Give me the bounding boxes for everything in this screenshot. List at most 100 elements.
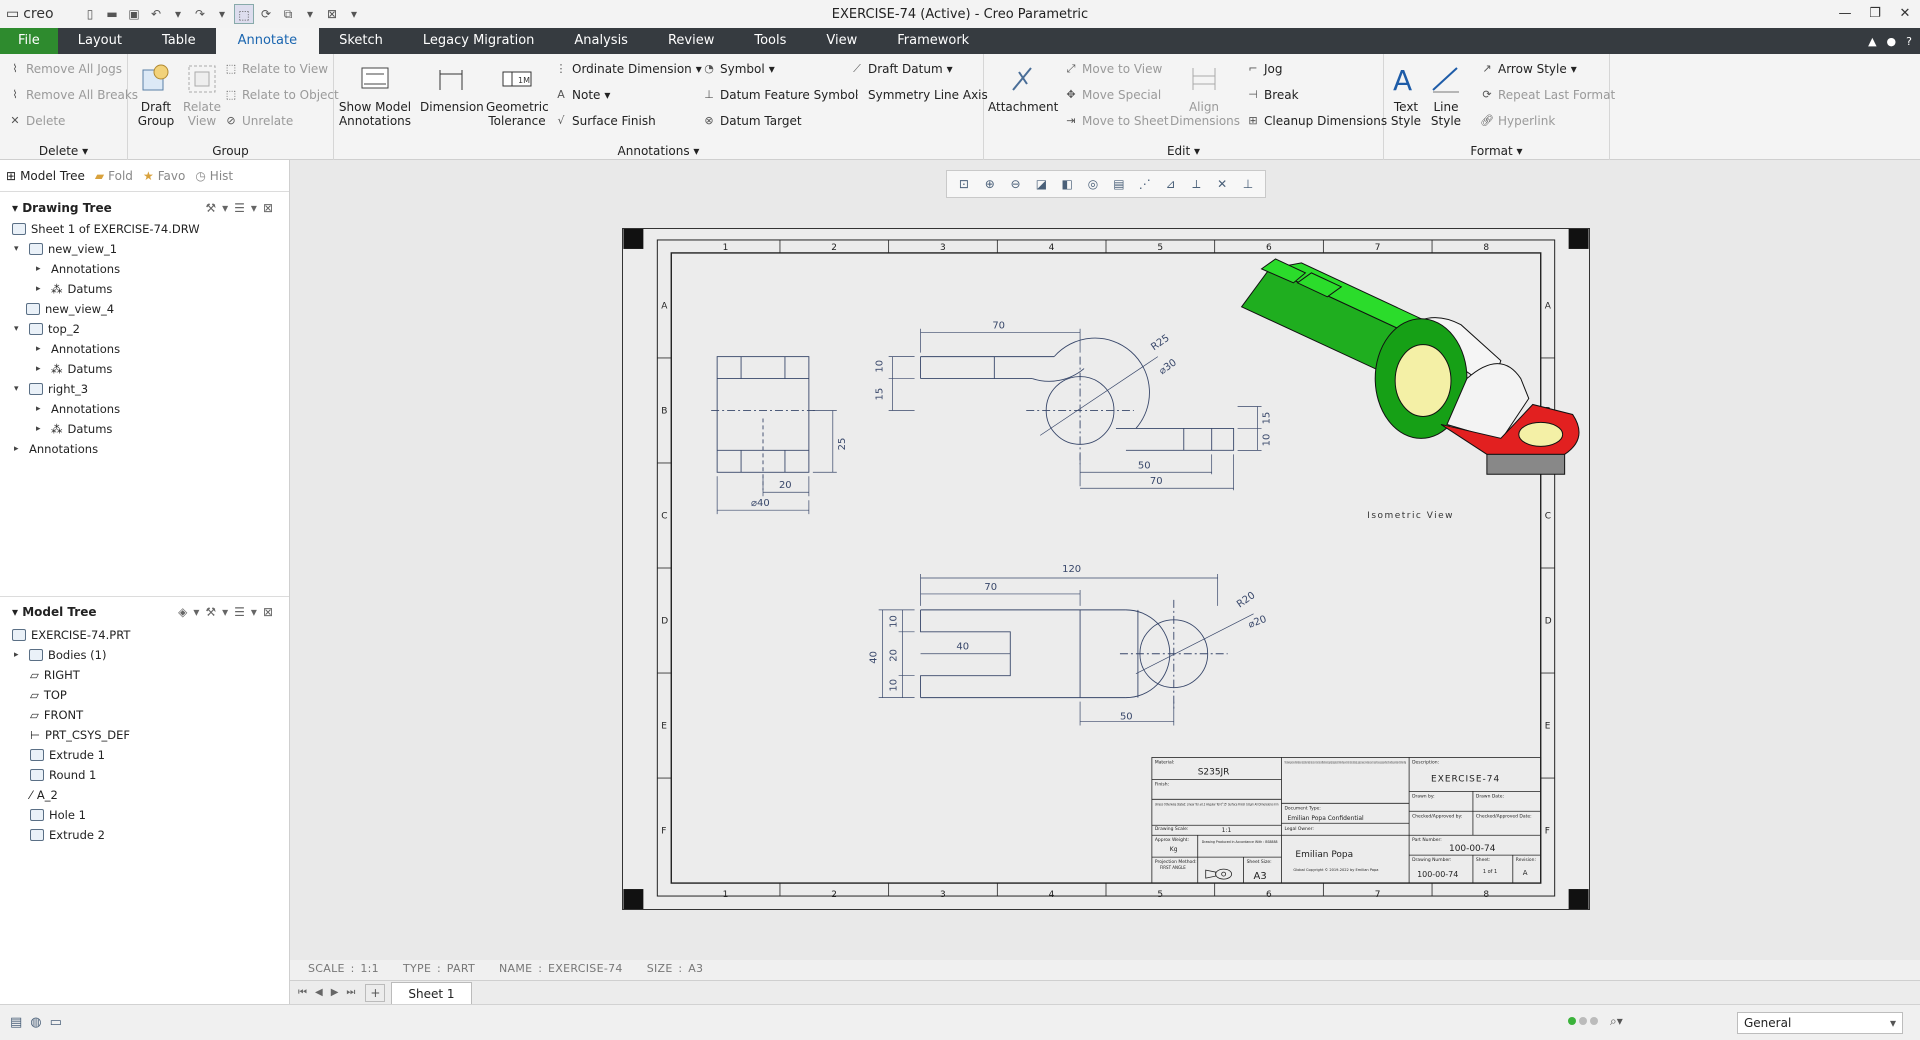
- expand-icon[interactable]: ▾: [14, 324, 24, 334]
- move-special-button[interactable]: ✥ Move Special: [1064, 88, 1161, 102]
- tree-node-new-view-4[interactable]: new_view_4: [26, 302, 114, 316]
- relate-view-button[interactable]: Relate View: [180, 62, 224, 128]
- tree-node-sheet[interactable]: Sheet 1 of EXERCISE-74.DRW: [12, 222, 200, 236]
- isometric-view-label[interactable]: Isometric View: [1367, 511, 1454, 521]
- tab-framework[interactable]: Framework: [877, 28, 989, 54]
- tree-node-datums[interactable]: ▸ ⁂ Datums: [36, 362, 112, 376]
- dim-70b[interactable]: 70: [1150, 476, 1163, 487]
- symmetry-line-axis-button[interactable]: ⋮ Symmetry Line Axis: [850, 88, 988, 102]
- remove-all-jogs-button[interactable]: ⌇ Remove All Jogs: [8, 62, 122, 76]
- group-label-edit[interactable]: Edit ▾: [984, 144, 1383, 158]
- toggle-navigator-icon[interactable]: ▤: [10, 1015, 22, 1030]
- tree-node-csys[interactable]: ⊢ PRT_CSYS_DEF: [30, 728, 130, 742]
- tree-node-extrude-2[interactable]: Extrude 2: [30, 828, 105, 842]
- windows-icon[interactable]: ⧉: [278, 4, 298, 24]
- datum-target-button[interactable]: ⊗ Datum Target: [702, 114, 801, 128]
- settings-icon[interactable]: ●: [1887, 35, 1897, 48]
- save-icon[interactable]: ▣: [124, 4, 144, 24]
- tree-node-annotations[interactable]: ▸ Annotations: [36, 402, 120, 416]
- plane-display-icon[interactable]: ⊥: [1239, 175, 1257, 193]
- expand-icon[interactable]: ▸: [36, 264, 46, 274]
- relate-to-object-button[interactable]: ⬚ Relate to Object: [224, 88, 339, 102]
- csys-display-icon[interactable]: ⟂: [1187, 175, 1205, 193]
- draft-group-button[interactable]: Draft Group: [132, 62, 180, 128]
- tb-drawing-number[interactable]: 100-00-74: [1417, 870, 1458, 879]
- dim-r20[interactable]: R20: [1235, 590, 1257, 610]
- last-sheet-icon[interactable]: ⏭: [346, 987, 355, 998]
- dim-d30[interactable]: ⌀30: [1157, 357, 1179, 377]
- tab-history[interactable]: ◷ Hist: [195, 169, 233, 183]
- tb-weight[interactable]: Kg: [1170, 846, 1178, 853]
- ordinate-dimension-button[interactable]: ⋮ Ordinate Dimension ▾: [554, 62, 702, 76]
- tb-doc-type[interactable]: Emilian Popa Confidential: [1287, 815, 1364, 822]
- tb-material[interactable]: S235JR: [1198, 767, 1230, 777]
- dim-50[interactable]: 50: [1138, 460, 1151, 471]
- tb-sheet[interactable]: 1 of 1: [1483, 869, 1497, 875]
- delete-button[interactable]: ✕ Delete: [8, 114, 65, 128]
- tree-node-top-2[interactable]: ▾ top_2: [14, 322, 80, 336]
- group-label-format[interactable]: Format ▾: [1384, 144, 1609, 158]
- surface-finish-button[interactable]: √ Surface Finish: [554, 114, 655, 128]
- redo-dropdown-icon[interactable]: ▾: [212, 4, 232, 24]
- tab-sketch[interactable]: Sketch: [319, 28, 403, 54]
- open-icon[interactable]: ▬: [102, 4, 122, 24]
- next-sheet-icon[interactable]: ▶: [331, 987, 339, 998]
- dim-20[interactable]: 20: [779, 480, 792, 491]
- dim-120[interactable]: 120: [1062, 564, 1081, 575]
- dim-10[interactable]: 10: [889, 615, 900, 628]
- dim-70[interactable]: 70: [984, 582, 997, 593]
- tb-description[interactable]: EXERCISE-74: [1431, 774, 1500, 784]
- dim-10b[interactable]: 10: [1262, 434, 1273, 447]
- dim-70[interactable]: 70: [992, 321, 1005, 332]
- model-tree-header[interactable]: ▾ Model Tree ◈▾⚒▾☰▾⊠: [0, 600, 289, 624]
- expand-icon[interactable]: ▸: [36, 344, 46, 354]
- expand-icon[interactable]: ▸: [36, 284, 46, 294]
- point-display-icon[interactable]: ⊿: [1162, 175, 1180, 193]
- dim-50[interactable]: 50: [1120, 712, 1133, 723]
- dim-10[interactable]: 10: [875, 360, 886, 373]
- tree-node-front[interactable]: ▱ FRONT: [30, 708, 83, 722]
- tab-table[interactable]: Table: [142, 28, 216, 54]
- model-tree-tools[interactable]: ◈▾⚒▾☰▾⊠: [178, 605, 279, 619]
- tab-legacy-migration[interactable]: Legacy Migration: [403, 28, 555, 54]
- tb-legal-owner[interactable]: Emilian Popa: [1295, 850, 1353, 860]
- expand-icon[interactable]: ▸: [14, 444, 24, 454]
- unrelate-button[interactable]: ⊘ Unrelate: [224, 114, 293, 128]
- tab-model-tree[interactable]: ⊞ Model Tree: [6, 169, 85, 183]
- group-label-delete[interactable]: Delete ▾: [0, 144, 127, 158]
- undo-icon[interactable]: ↶: [146, 4, 166, 24]
- browser-icon[interactable]: ◍: [30, 1015, 41, 1030]
- drawing-tree-header[interactable]: ▾ Drawing Tree ⚒▾☰▾⊠: [0, 196, 289, 220]
- expand-icon[interactable]: ▾: [14, 384, 24, 394]
- tab-analysis[interactable]: Analysis: [554, 28, 648, 54]
- dim-15b[interactable]: 15: [1262, 412, 1273, 425]
- tab-view[interactable]: View: [806, 28, 877, 54]
- restore-button[interactable]: ❐: [1860, 0, 1890, 28]
- expand-icon[interactable]: ▸: [14, 650, 24, 660]
- dim-40b[interactable]: 40: [869, 651, 880, 664]
- dim-r25[interactable]: R25: [1149, 333, 1171, 353]
- minimize-button[interactable]: —: [1830, 0, 1860, 28]
- dim-25[interactable]: 25: [837, 438, 848, 451]
- selection-filter-dropdown[interactable]: General: [1737, 1012, 1903, 1034]
- undo-dropdown-icon[interactable]: ▾: [168, 4, 188, 24]
- tree-node-extrude-1[interactable]: Extrude 1: [30, 748, 105, 762]
- fullscreen-icon[interactable]: ▭: [50, 1015, 62, 1030]
- symbol-button[interactable]: ◔ Symbol ▾: [702, 62, 775, 76]
- tree-node-round-1[interactable]: Round 1: [30, 768, 96, 782]
- tab-annotate[interactable]: Annotate: [215, 28, 320, 54]
- tree-node-annotations[interactable]: ▸ Annotations: [36, 342, 120, 356]
- top-view[interactable]: [878, 573, 1254, 726]
- close-button[interactable]: ✕: [1890, 0, 1920, 28]
- show-model-annotations-button[interactable]: Show Model Annotations: [338, 62, 412, 128]
- axis-display-icon[interactable]: ✕: [1213, 175, 1231, 193]
- close-window-icon[interactable]: ⊠: [322, 4, 342, 24]
- find-icon[interactable]: ⌕▾: [1610, 1014, 1623, 1029]
- line-style-button[interactable]: Line Style: [1426, 62, 1466, 128]
- tab-file[interactable]: File: [0, 28, 58, 54]
- tree-node-bodies[interactable]: ▸ Bodies (1): [14, 648, 106, 662]
- tree-node-annotations[interactable]: ▸ Annotations: [36, 262, 120, 276]
- tree-node-right[interactable]: ▱ RIGHT: [30, 668, 80, 682]
- zoom-out-icon[interactable]: ⊖: [1007, 175, 1025, 193]
- arrow-style-button[interactable]: ↗ Arrow Style ▾: [1480, 62, 1576, 76]
